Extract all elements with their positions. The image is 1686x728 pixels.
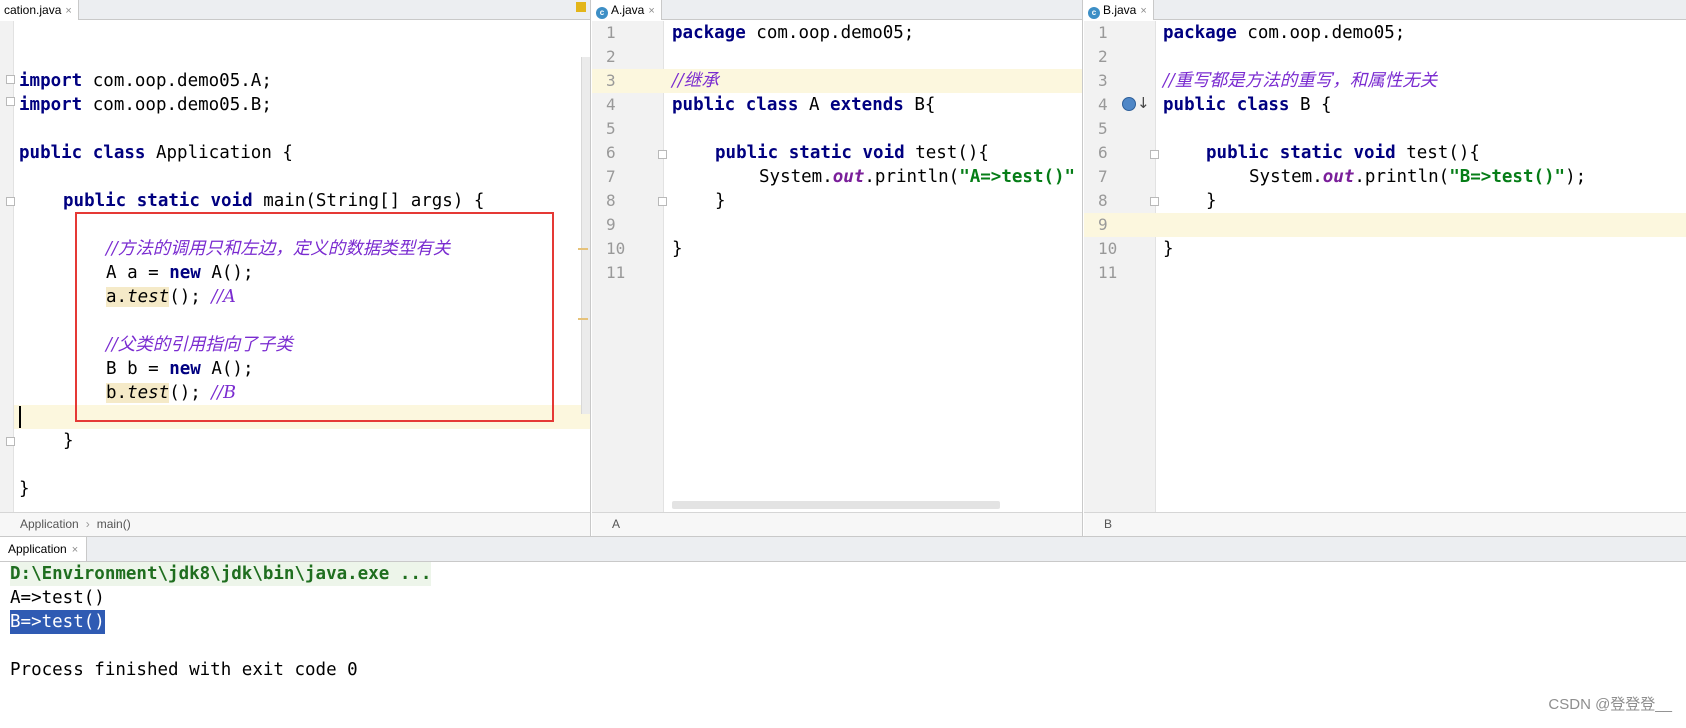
breadcrumb: Application › main()	[0, 512, 590, 536]
editor-tabbar: cation.java ×	[0, 0, 590, 20]
run-tabbar: Application ×	[0, 536, 1686, 562]
editor-tabbar: c B.java ×	[1084, 0, 1686, 20]
tab-application-java[interactable]: cation.java ×	[0, 0, 79, 20]
editor-pane-application[interactable]: cation.java × import com.oop.demo05.A; im…	[0, 0, 591, 536]
code-line: System.out.println("B=>test()");	[1249, 167, 1587, 187]
scroll-marker[interactable]	[578, 318, 588, 320]
class-icon: c	[1088, 7, 1100, 19]
breadcrumb: B	[1084, 512, 1686, 536]
code-line: public static void test(){	[715, 143, 989, 163]
console-exit-message: Process finished with exit code 0	[10, 660, 358, 680]
code-area[interactable]: package com.oop.demo05; //重写都是方法的重写，和属性无…	[1084, 21, 1686, 512]
code-line: }	[715, 191, 726, 211]
breadcrumb-class[interactable]: A	[612, 517, 620, 531]
console-output-line-selected: B=>test()	[10, 610, 105, 634]
code-area[interactable]: package com.oop.demo05; //继承 public clas…	[592, 21, 1082, 512]
horizontal-scrollbar[interactable]	[672, 501, 1000, 509]
code-line: }	[63, 431, 74, 451]
console-command: D:\Environment\jdk8\jdk\bin\java.exe ...	[10, 562, 432, 586]
tab-label: A.java	[611, 3, 645, 17]
close-icon[interactable]: ×	[72, 544, 78, 556]
tab-a-java[interactable]: c A.java ×	[592, 0, 662, 20]
breadcrumb: A	[592, 512, 1082, 536]
console-output-line: A=>test()	[10, 588, 105, 608]
highlight-box	[75, 212, 554, 422]
close-icon[interactable]: ×	[648, 5, 654, 17]
current-line	[1156, 213, 1686, 237]
vertical-scrollbar[interactable]	[581, 57, 590, 414]
class-icon: c	[596, 7, 608, 19]
watermark: CSDN @登登登__	[1548, 696, 1672, 713]
text-caret	[19, 406, 21, 428]
editor-pane-b[interactable]: cB.java× ✔ 1 2 3 4 5 6 7 8 9 10 11 ↓ pac…	[1084, 0, 1686, 536]
breadcrumb-class[interactable]: Application	[20, 517, 79, 531]
code-line: import com.oop.demo05.B;	[19, 95, 272, 115]
scroll-marker[interactable]	[578, 248, 588, 250]
tab-label: B.java	[1103, 3, 1137, 17]
code-line: public static void test(){	[1206, 143, 1480, 163]
code-line: public class B {	[1163, 95, 1332, 115]
code-line: //重写都是方法的重写，和属性无关	[1163, 71, 1438, 91]
code-line: public class A extends B{	[672, 95, 936, 115]
code-line: public static void main(String[] args) {	[63, 191, 485, 211]
tab-label: cation.java	[4, 3, 62, 17]
run-console[interactable]: D:\Environment\jdk8\jdk\bin\java.exe ...…	[0, 562, 1686, 728]
code-line: import com.oop.demo05.A;	[19, 71, 272, 91]
editor-tabbar: c A.java ×	[592, 0, 1082, 20]
code-line: package com.oop.demo05;	[672, 23, 915, 43]
close-icon[interactable]: ×	[65, 5, 71, 17]
code-line: package com.oop.demo05;	[1163, 23, 1406, 43]
code-line: }	[1206, 191, 1217, 211]
code-line: }	[1163, 239, 1174, 259]
tab-run-application[interactable]: Application ×	[0, 537, 88, 561]
code-line: }	[672, 239, 683, 259]
close-icon[interactable]: ×	[1140, 5, 1146, 17]
code-line: }	[19, 479, 30, 499]
code-line: System.out.println("A=>test()"	[759, 167, 1076, 187]
tab-label: Application	[8, 542, 67, 556]
current-line: //继承	[664, 69, 1082, 93]
breadcrumb-method[interactable]: main()	[97, 517, 131, 531]
breadcrumb-class[interactable]: B	[1104, 517, 1112, 531]
editor-pane-a[interactable]: c A.java × 1 2 3 4 5 6 7 8 9 10 11 package…	[592, 0, 1083, 536]
tab-b-java[interactable]: c B.java ×	[1084, 0, 1154, 20]
analysis-warning-icon[interactable]	[576, 2, 586, 12]
code-line: public class Application {	[19, 143, 293, 163]
